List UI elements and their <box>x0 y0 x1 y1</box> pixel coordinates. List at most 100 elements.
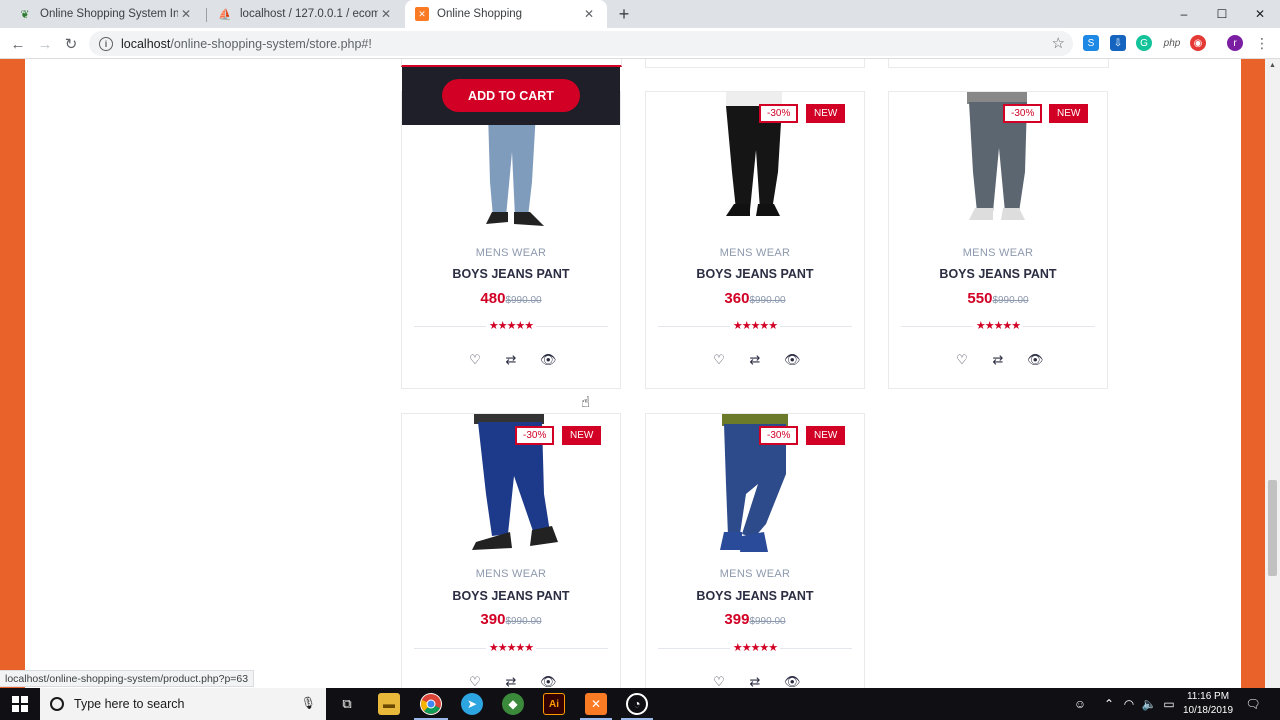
product-price: 360$990.00 <box>646 290 864 308</box>
search-placeholder: Type here to search <box>74 697 185 711</box>
download-extension-icon[interactable]: ⇩ <box>1110 35 1126 51</box>
bookmark-star-icon[interactable]: ☆ <box>1052 34 1065 52</box>
product-actions: ♡ ⇄ 👁 <box>646 674 864 688</box>
profile-avatar[interactable]: r <box>1227 35 1243 51</box>
tab-3-active[interactable]: ✕ Online Shopping ✕ <box>405 0 607 28</box>
telegram-icon[interactable]: ➤ <box>461 693 483 715</box>
back-arrow-icon[interactable]: ← <box>7 33 29 55</box>
heart-icon[interactable]: ♡ <box>468 352 482 368</box>
url-host: localhost <box>121 36 171 51</box>
eye-icon[interactable]: 👁 <box>784 674 801 688</box>
compare-icon[interactable]: ⇄ <box>504 674 518 688</box>
compare-icon[interactable]: ⇄ <box>991 352 1005 368</box>
compare-icon[interactable]: ⇄ <box>748 352 762 368</box>
close-tab-icon[interactable]: ✕ <box>378 7 394 21</box>
product-card[interactable]: -30% NEW MENS WEAR BOYS JEANS PANT 390$9… <box>401 413 621 688</box>
product-name[interactable]: BOYS JEANS PANT <box>402 267 620 281</box>
new-badge: NEW <box>806 426 846 445</box>
product-price: 390$990.00 <box>402 611 620 629</box>
compare-icon[interactable]: ⇄ <box>748 674 762 688</box>
product-category: MENS WEAR <box>719 568 791 580</box>
menu-kebab-icon[interactable]: ⋮ <box>1254 35 1270 51</box>
heart-icon[interactable]: ♡ <box>712 352 726 368</box>
star-rating: ★★★★★ <box>889 319 1107 332</box>
star-rating: ★★★★★ <box>402 319 620 332</box>
wifi-icon[interactable]: ◠ <box>1120 688 1138 720</box>
product-category: MENS WEAR <box>475 568 547 580</box>
close-tab-icon[interactable]: ✕ <box>581 7 597 21</box>
product-name[interactable]: BOYS JEANS PANT <box>889 267 1107 281</box>
grammarly-icon[interactable]: G <box>1136 35 1152 51</box>
php-extension-icon[interactable]: php <box>1162 35 1182 51</box>
product-category: MENS WEAR <box>962 247 1034 259</box>
system-clock[interactable]: 11:16 PM 10/18/2019 <box>1176 690 1240 718</box>
product-name[interactable]: BOYS JEANS PANT <box>402 589 620 603</box>
close-tab-icon[interactable]: ✕ <box>178 7 194 21</box>
hand-cursor-icon: ☝ <box>581 394 591 411</box>
old-price: $990.00 <box>505 616 542 627</box>
adblock-icon[interactable]: ◉ <box>1190 35 1206 51</box>
illustrator-icon[interactable]: Ai <box>543 693 565 715</box>
previous-card-edge <box>645 59 865 68</box>
product-name[interactable]: BOYS JEANS PANT <box>646 589 864 603</box>
volume-icon[interactable]: 🔈 <box>1140 688 1158 720</box>
heart-icon[interactable]: ♡ <box>468 674 482 688</box>
new-tab-button[interactable]: + <box>614 2 634 26</box>
android-studio-icon[interactable]: ◆ <box>502 693 524 715</box>
compare-icon[interactable]: ⇄ <box>504 352 518 368</box>
xampp-icon[interactable]: ✕ <box>585 693 607 715</box>
browser-toolbar: ← → ↻ i localhost/online-shopping-system… <box>0 28 1280 59</box>
maximize-button[interactable]: ☐ <box>1202 0 1242 28</box>
reload-icon[interactable]: ↻ <box>60 33 82 55</box>
heart-icon[interactable]: ♡ <box>712 674 726 688</box>
right-border-decoration <box>1241 59 1265 688</box>
minimize-button[interactable]: – <box>1164 0 1204 28</box>
product-card[interactable]: -30% NEW MENS WEAR BOYS JEANS PANT 550$9… <box>888 91 1108 389</box>
close-window-button[interactable]: ✕ <box>1240 0 1280 28</box>
address-bar[interactable]: i localhost/online-shopping-system/store… <box>89 31 1073 56</box>
scrollbar-thumb[interactable] <box>1268 480 1277 576</box>
chrome-icon[interactable] <box>420 693 442 715</box>
eye-icon[interactable]: 👁 <box>784 352 801 368</box>
heart-icon[interactable]: ♡ <box>955 352 969 368</box>
status-bar-url: localhost/online-shopping-system/product… <box>0 670 255 687</box>
page-scrollbar[interactable]: ▲ <box>1265 59 1280 688</box>
left-border-decoration <box>0 59 25 688</box>
taskbar-search-input[interactable]: Type here to search 🎙 <box>40 688 326 720</box>
add-to-cart-panel: ADD TO CART <box>402 67 620 125</box>
product-card[interactable]: MENS WEAR BOYS JEANS PANT 480$990.00 ★★★… <box>401 91 621 389</box>
task-view-icon[interactable]: ⧉ <box>336 693 358 715</box>
product-card[interactable]: -30% NEW MENS WEAR BOYS JEANS PANT 360$9… <box>645 91 865 389</box>
star-rating: ★★★★★ <box>646 641 864 654</box>
cortana-icon <box>50 697 64 711</box>
tab-2[interactable]: ⛵ localhost / 127.0.0.1 / ecommerce ✕ <box>208 0 404 28</box>
current-price: 480 <box>480 290 506 307</box>
eye-icon[interactable]: 👁 <box>540 674 557 688</box>
info-icon[interactable]: i <box>99 36 113 51</box>
phpmyadmin-icon: ⛵ <box>218 8 232 21</box>
product-actions: ♡ ⇄ 👁 <box>646 352 864 368</box>
screenshot-extension-icon[interactable]: S <box>1083 35 1099 51</box>
microphone-icon[interactable]: 🎙 <box>301 696 316 710</box>
tab-1[interactable]: ❦ Online Shopping System In PHP ✕ <box>8 0 204 28</box>
windows-start-icon[interactable] <box>0 688 40 720</box>
previous-card-edge <box>401 59 622 67</box>
eye-icon[interactable]: 👁 <box>1027 352 1044 368</box>
store-page: ▲ MENS WEAR BOYS JEANS PANT 480$990.00 ★… <box>0 59 1280 688</box>
tray-chevron-icon[interactable]: ⌃ <box>1100 688 1118 720</box>
people-icon[interactable]: ☺ <box>1070 688 1090 720</box>
file-explorer-icon[interactable]: ▬ <box>378 693 400 715</box>
previous-card-edge <box>888 59 1109 68</box>
forward-arrow-icon[interactable]: → <box>34 33 56 55</box>
tab-divider <box>206 8 207 22</box>
clock-date: 10/18/2019 <box>1182 705 1234 716</box>
notification-icon[interactable]: 🗨 <box>1242 688 1264 720</box>
product-name[interactable]: BOYS JEANS PANT <box>646 267 864 281</box>
product-card[interactable]: -30% NEW MENS WEAR BOYS JEANS PANT 399$9… <box>645 413 865 688</box>
add-to-cart-button[interactable]: ADD TO CART <box>442 79 580 112</box>
scroll-up-icon[interactable]: ▲ <box>1269 62 1276 69</box>
discount-badge: -30% <box>515 426 555 445</box>
old-price: $990.00 <box>749 295 786 306</box>
obs-icon[interactable]: ◔ <box>626 693 648 715</box>
eye-icon[interactable]: 👁 <box>540 352 557 368</box>
